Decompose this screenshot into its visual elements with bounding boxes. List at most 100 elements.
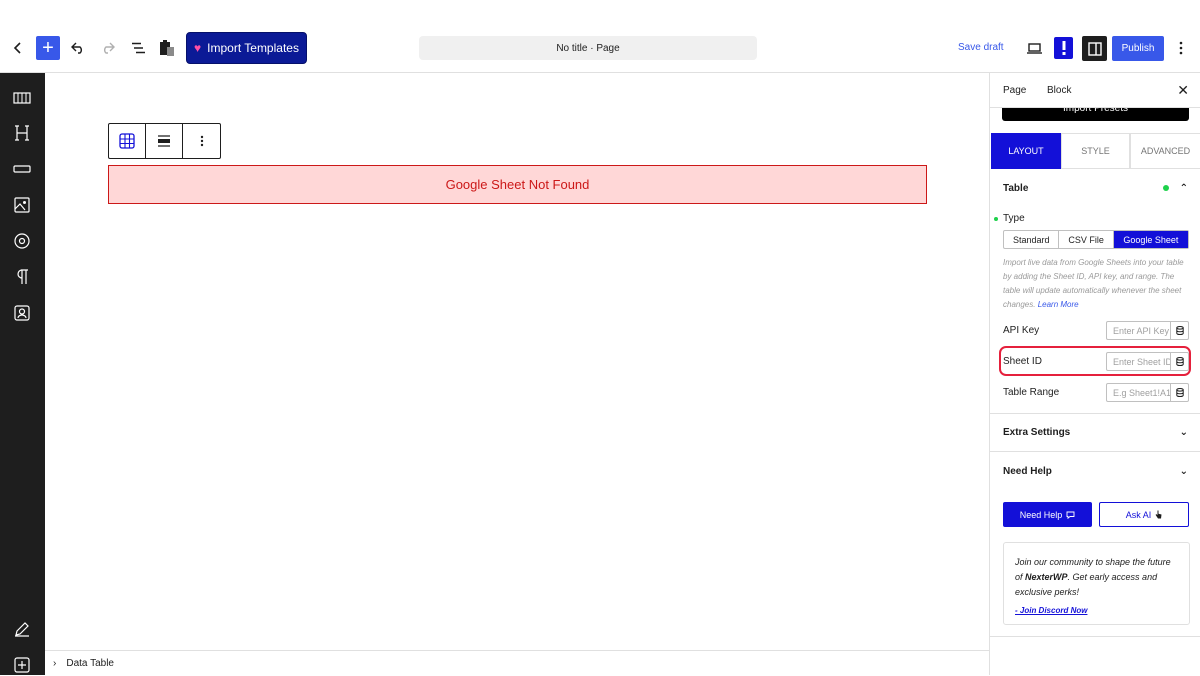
sidebar-icon: [1087, 41, 1102, 56]
user-card-icon: [14, 305, 30, 321]
document-overview-button[interactable]: [129, 39, 147, 57]
table-range-input[interactable]: E.g Sheet1!A1:D10: [1106, 383, 1171, 402]
help-text-body: Import live data from Google Sheets into…: [1003, 258, 1184, 309]
redo-icon: [104, 42, 115, 54]
more-vertical-icon: [200, 135, 203, 147]
tab-style[interactable]: STYLE: [1061, 133, 1130, 169]
back-icon[interactable]: [10, 38, 26, 58]
settings-panel: Import Presets Page Block ✕ LAYOUT STYLE…: [989, 73, 1200, 675]
extra-settings-header[interactable]: Extra Settings ⌄: [990, 414, 1200, 452]
table-range-label: Table Range: [1003, 387, 1060, 398]
sidebar-item-table[interactable]: [11, 87, 33, 109]
status-dot: [1163, 185, 1169, 191]
cursor-hand-icon: [1155, 510, 1162, 519]
more-vertical-icon: [1179, 41, 1183, 55]
table-range-dynamic-button[interactable]: [1171, 383, 1189, 402]
sidebar-item-image[interactable]: [11, 194, 33, 216]
nexter-logo-icon: ♥: [194, 41, 202, 55]
options-menu-button[interactable]: [1174, 39, 1188, 57]
chevron-right-icon: ›: [53, 657, 57, 669]
sidebar-item-button[interactable]: [11, 158, 33, 180]
api-key-dynamic-button[interactable]: [1171, 321, 1189, 340]
api-key-input[interactable]: Enter API Key: [1106, 321, 1171, 340]
community-brand: NexterWP: [1025, 572, 1068, 582]
chat-icon: [1066, 511, 1075, 519]
join-discord-link[interactable]: - Join Discord Now: [1015, 603, 1178, 618]
align-wide-icon: [158, 135, 170, 147]
chevron-down-icon: ⌄: [1179, 465, 1188, 477]
table-section-header[interactable]: Table ⌃: [990, 169, 1200, 207]
undo-icon: [71, 42, 82, 54]
tab-layout[interactable]: LAYOUT: [991, 133, 1061, 169]
chevron-up-icon: ⌃: [1179, 182, 1188, 194]
need-help-title: Need Help: [1003, 465, 1052, 477]
settings-sidebar-toggle[interactable]: [1082, 36, 1107, 61]
sidebar-item-profile[interactable]: [11, 302, 33, 324]
desktop-icon: [1027, 42, 1042, 54]
button-block-icon: [13, 165, 31, 173]
table-icon: [13, 92, 31, 104]
close-icon[interactable]: ✕: [1177, 82, 1189, 99]
table-grid-icon: [119, 133, 135, 149]
extra-settings-title: Extra Settings: [1003, 427, 1071, 438]
sidebar-item-circle[interactable]: [11, 230, 33, 252]
redo-button[interactable]: [99, 39, 117, 57]
type-option-csv[interactable]: CSV File: [1059, 231, 1114, 248]
plus-square-icon: [14, 657, 30, 673]
sidebar-item-heading[interactable]: [11, 122, 33, 144]
sidebar-item-add[interactable]: [11, 654, 33, 676]
image-icon: [14, 197, 30, 213]
breadcrumb-item[interactable]: Data Table: [66, 658, 114, 669]
sheet-id-dynamic-button[interactable]: [1171, 352, 1189, 371]
add-block-button[interactable]: +: [36, 36, 60, 60]
block-options-button[interactable]: [183, 124, 220, 158]
preview-button[interactable]: [1026, 40, 1043, 56]
import-templates-button[interactable]: ♥ Import Templates: [186, 32, 307, 64]
database-icon: [1175, 357, 1184, 366]
database-icon: [1175, 326, 1184, 335]
publish-button[interactable]: Publish: [1112, 36, 1164, 61]
type-label: Type: [1003, 213, 1025, 224]
clipboard-icon: [160, 40, 174, 56]
sidebar-item-edit[interactable]: [11, 618, 33, 640]
block-breadcrumb: › Data Table: [45, 650, 989, 675]
sheet-id-input[interactable]: Enter Sheet ID: [1106, 352, 1171, 371]
document-title-bar[interactable]: No title · Page: [419, 36, 757, 60]
type-option-google-sheet[interactable]: Google Sheet: [1113, 231, 1188, 248]
tab-page[interactable]: Page: [1003, 85, 1026, 96]
align-button[interactable]: [146, 124, 183, 158]
pencil-icon: [15, 622, 29, 637]
api-key-label: API Key: [1003, 325, 1040, 336]
block-toolbar: [108, 123, 221, 159]
need-help-header[interactable]: Need Help ⌄: [990, 452, 1200, 490]
save-draft-button[interactable]: Save draft: [958, 42, 1004, 53]
block-type-button[interactable]: [109, 124, 146, 158]
undo-button[interactable]: [69, 39, 87, 57]
google-sheet-help-text: Import live data from Google Sheets into…: [1003, 256, 1193, 312]
section-divider: [990, 636, 1200, 637]
left-block-sidebar: [0, 73, 45, 675]
ask-ai-button[interactable]: Ask AI: [1099, 502, 1189, 527]
clipboard-button[interactable]: [157, 37, 177, 59]
ask-ai-button-label: Ask AI: [1125, 509, 1152, 520]
community-card: Join our community to shape the future o…: [1003, 542, 1190, 625]
exclamation-icon: [1062, 41, 1065, 55]
paragraph-icon: [17, 269, 28, 284]
plus-icon: +: [42, 37, 54, 59]
need-help-button[interactable]: Need Help: [1003, 502, 1092, 527]
chevron-down-icon: ⌄: [1179, 427, 1188, 438]
nexter-settings-button[interactable]: [1054, 37, 1073, 59]
type-option-standard[interactable]: Standard: [1004, 231, 1060, 248]
status-dot: [994, 217, 998, 221]
tab-block[interactable]: Block: [1047, 85, 1071, 96]
learn-more-link[interactable]: Learn More: [1038, 300, 1079, 309]
table-type-selector: Standard CSV File Google Sheet: [1003, 230, 1189, 249]
editor-top-bar: + ♥ Import Templates No title · Page Sav…: [0, 0, 1200, 73]
need-help-button-label: Need Help: [1019, 509, 1063, 520]
heading-icon: [15, 125, 29, 141]
tab-advanced[interactable]: ADVANCED: [1130, 133, 1200, 169]
list-view-icon: [131, 42, 145, 54]
panel-tabs: Page Block ✕: [990, 73, 1200, 108]
database-icon: [1175, 388, 1184, 397]
sidebar-item-paragraph[interactable]: [11, 266, 33, 288]
